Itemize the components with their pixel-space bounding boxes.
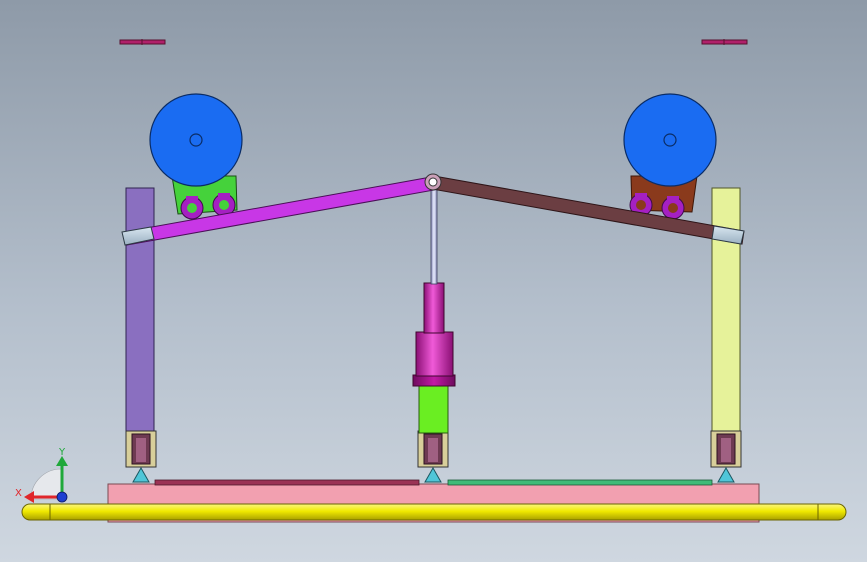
base-strip-left [154,479,420,486]
left-arm[interactable] [123,176,435,246]
guide-rail[interactable] [21,503,847,521]
coordinate-triad: Y X [15,447,68,503]
assembly-drawing: Y X [15,39,847,523]
left-roller-carriage [125,430,157,483]
cylinder-barrel[interactable] [415,331,454,377]
right-wheel-assembly[interactable] [623,93,717,220]
center-roller-carriage [417,430,449,483]
cad-viewport[interactable]: Y X [0,0,867,562]
cylinder-flange [412,374,456,387]
triad-z-axis [56,491,68,503]
right-roller-carriage [710,430,742,483]
base-strip-right [447,479,713,486]
right-arm[interactable] [431,175,745,245]
piston-rod[interactable] [430,187,438,285]
top-left-marker [119,39,166,45]
center-pivot[interactable] [424,173,442,191]
cylinder-base-block[interactable] [418,384,449,434]
left-wheel-assembly[interactable] [149,93,243,220]
cylinder-neck [423,282,445,334]
triad-y-label: Y [58,447,66,458]
right-post[interactable] [711,187,741,434]
left-post[interactable] [125,187,155,434]
top-right-marker [701,39,748,45]
triad-x-label: X [15,488,22,499]
